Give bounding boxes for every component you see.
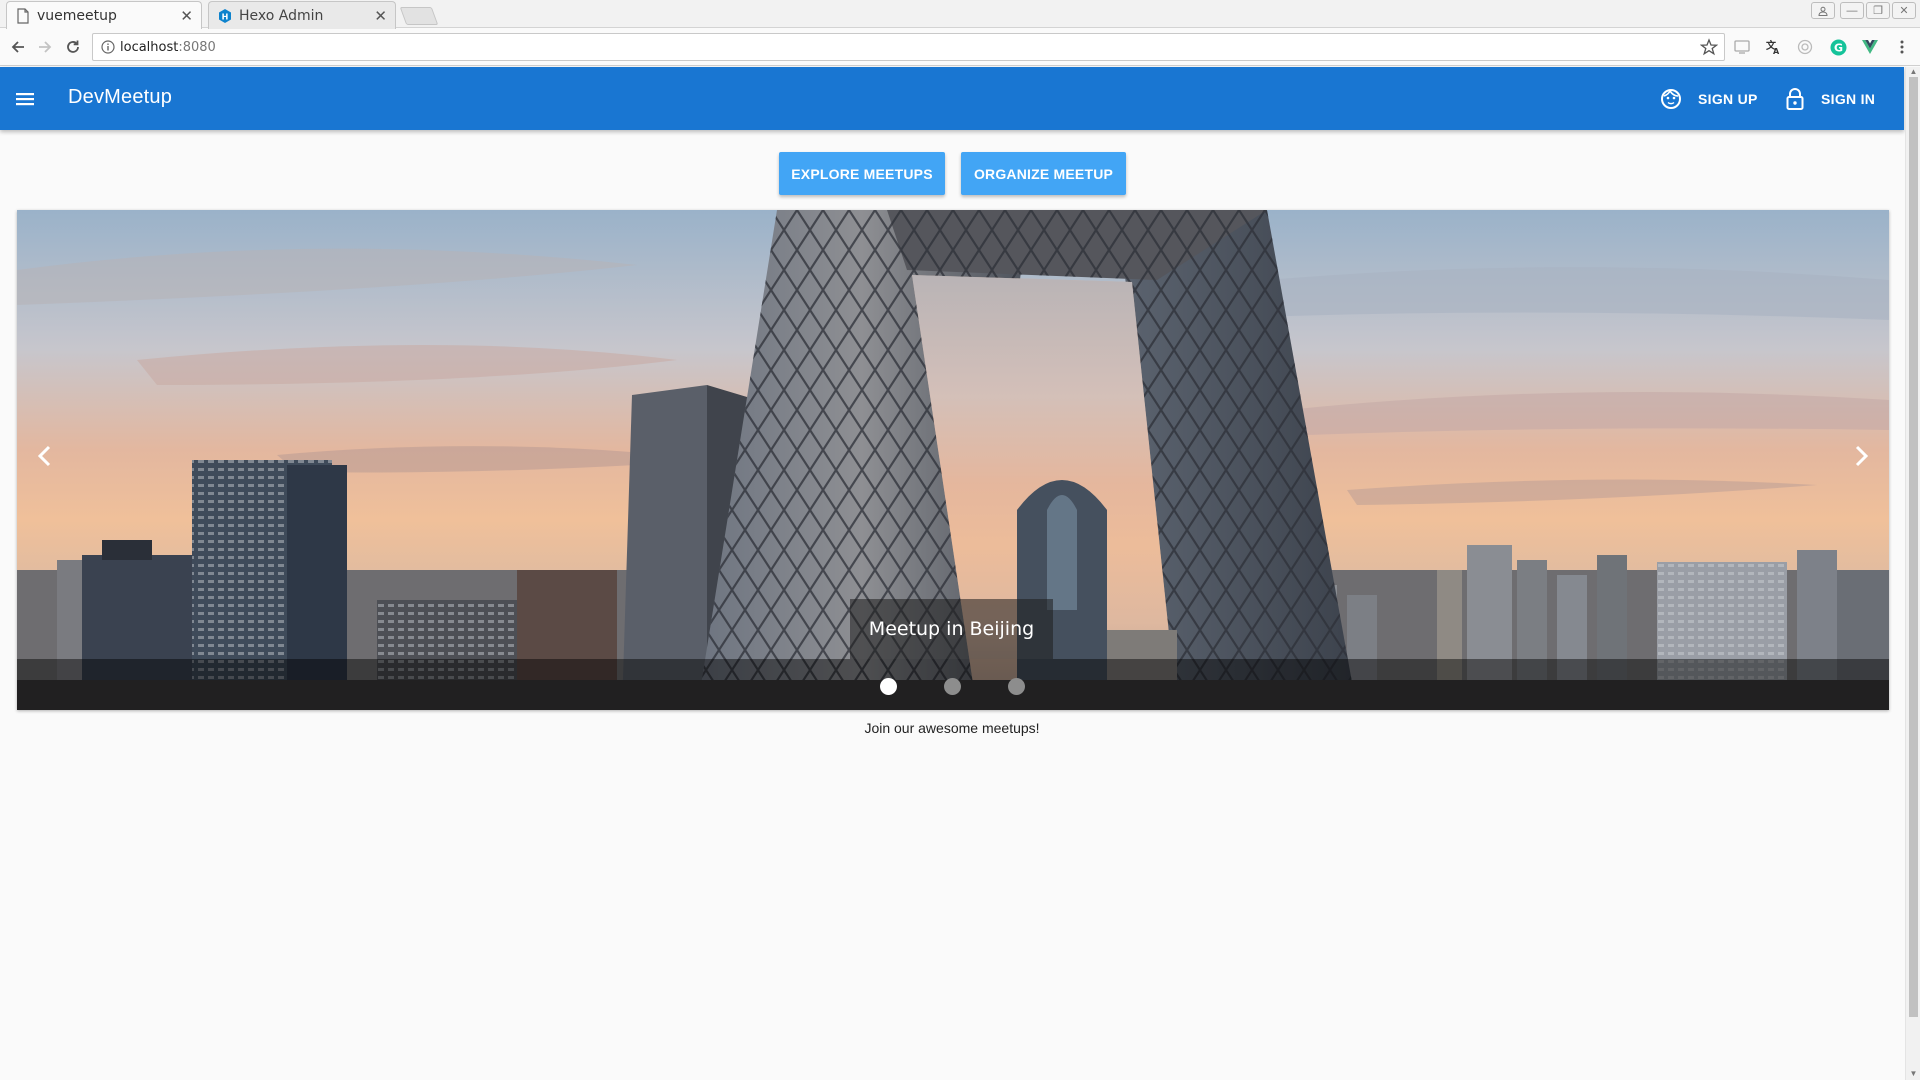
- tagline-text: Join our awesome meetups!: [864, 720, 1040, 736]
- new-tab-button[interactable]: [399, 7, 439, 25]
- forward-icon[interactable]: [33, 35, 57, 59]
- carousel-dot-2[interactable]: [944, 678, 961, 695]
- tab-title: Hexo Admin: [239, 7, 324, 24]
- tab-hexo-admin[interactable]: H Hexo Admin ✕: [208, 1, 396, 29]
- restore-icon[interactable]: ❐: [1866, 2, 1890, 19]
- svg-text:H: H: [222, 13, 229, 22]
- vue-devtools-icon[interactable]: [1861, 38, 1879, 56]
- svg-text:A: A: [1773, 47, 1780, 55]
- organize-meetup-button[interactable]: ORGANIZE MEETUP: [961, 152, 1126, 195]
- profile-icon[interactable]: [1811, 2, 1835, 19]
- browser-toolbar: localhost:8080 文A G: [0, 29, 1920, 66]
- carousel-dot-3[interactable]: [1008, 678, 1025, 695]
- scroll-down-arrow-icon[interactable]: ▼: [1909, 1070, 1918, 1078]
- back-icon[interactable]: [6, 35, 30, 59]
- extension-icon[interactable]: [1796, 38, 1814, 56]
- tab-vuemeetup[interactable]: vuemeetup ✕: [6, 1, 202, 29]
- app-viewport: DevMeetup SIGN UP SIGN IN EXPLORE MEETUP…: [0, 67, 1904, 1080]
- carousel-caption: Meetup in Beijing: [850, 599, 1053, 659]
- browser-menu-icon[interactable]: [1893, 38, 1911, 56]
- cast-extension-icon[interactable]: [1733, 38, 1751, 56]
- page-scrollbar[interactable]: ▲ ▼: [1905, 67, 1920, 1080]
- app-title[interactable]: DevMeetup: [68, 86, 172, 109]
- minimize-icon[interactable]: —: [1840, 2, 1864, 19]
- carousel-dot-1[interactable]: [880, 678, 897, 695]
- grammarly-icon[interactable]: G: [1829, 38, 1847, 56]
- bookmark-star-icon[interactable]: [1700, 38, 1718, 56]
- meetup-carousel[interactable]: Meetup in Beijing: [17, 210, 1889, 710]
- carousel-controls: [17, 659, 1889, 710]
- close-window-icon[interactable]: ✕: [1892, 2, 1916, 19]
- lock-icon: [1786, 88, 1804, 110]
- hexo-logo-icon: H: [219, 9, 231, 23]
- info-icon[interactable]: [101, 40, 115, 54]
- menu-icon[interactable]: [12, 86, 38, 112]
- app-toolbar: DevMeetup SIGN UP SIGN IN: [0, 67, 1904, 130]
- svg-text:G: G: [1833, 41, 1842, 54]
- browser-tab-strip: vuemeetup ✕ H Hexo Admin ✕ — ❐ ✕: [0, 0, 1920, 29]
- face-icon: [1661, 89, 1681, 109]
- address-bar[interactable]: localhost:8080: [92, 33, 1725, 61]
- document-icon: [17, 8, 29, 24]
- tab-title: vuemeetup: [37, 7, 117, 24]
- sign-up-label: SIGN UP: [1698, 91, 1758, 107]
- chevron-left-icon[interactable]: [25, 436, 65, 476]
- reload-icon[interactable]: [61, 35, 85, 59]
- chevron-right-icon[interactable]: [1841, 436, 1881, 476]
- sign-up-link[interactable]: SIGN UP: [1660, 84, 1758, 114]
- explore-meetups-button[interactable]: EXPLORE MEETUPS: [779, 152, 945, 195]
- close-tab-icon[interactable]: ✕: [374, 7, 387, 25]
- close-tab-icon[interactable]: ✕: [180, 7, 193, 25]
- sign-in-label: SIGN IN: [1821, 91, 1876, 107]
- url-text: localhost:8080: [120, 40, 216, 55]
- scroll-up-arrow-icon[interactable]: ▲: [1909, 68, 1918, 76]
- sign-in-link[interactable]: SIGN IN: [1785, 84, 1875, 114]
- scrollbar-thumb[interactable]: [1909, 77, 1918, 1017]
- translate-extension-icon[interactable]: 文A: [1764, 38, 1782, 56]
